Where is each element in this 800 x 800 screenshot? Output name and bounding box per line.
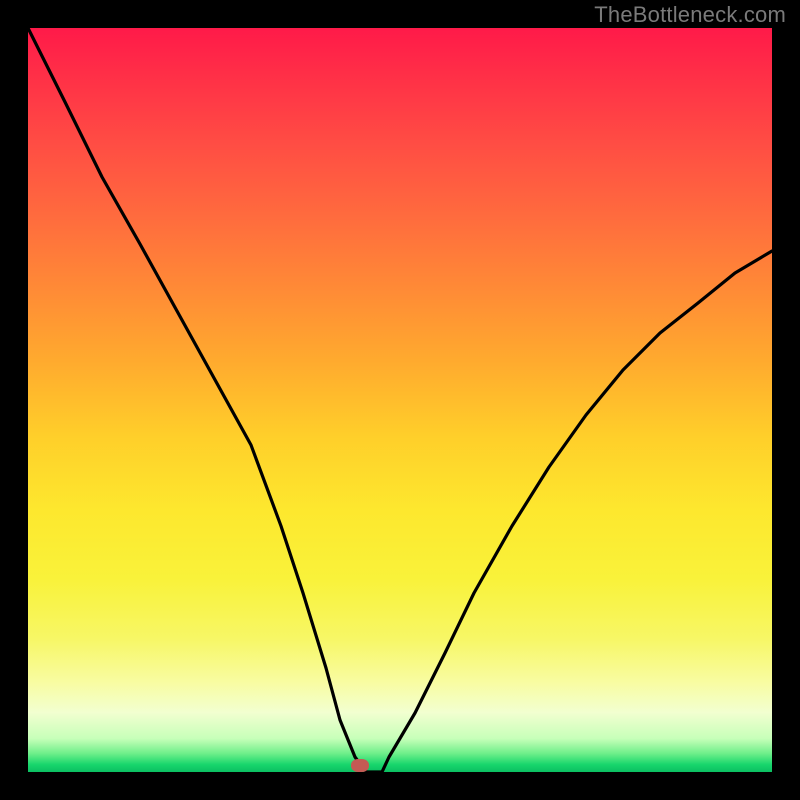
- watermark-text: TheBottleneck.com: [594, 2, 786, 28]
- bottleneck-curve: [28, 28, 772, 772]
- chart-frame: TheBottleneck.com: [0, 0, 800, 800]
- curve-path: [28, 28, 772, 772]
- min-point-marker: [351, 759, 369, 772]
- plot-area: [28, 28, 772, 772]
